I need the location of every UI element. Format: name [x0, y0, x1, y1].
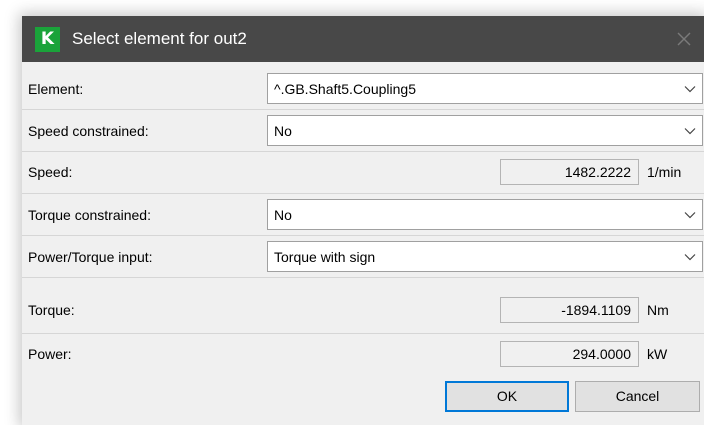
- chevron-down-icon: [684, 212, 696, 219]
- speed-label: Speed:: [28, 164, 73, 180]
- chevron-down-icon: [684, 86, 696, 93]
- app-logo: K: [35, 27, 60, 52]
- speed-constrained-dropdown[interactable]: No: [267, 115, 703, 146]
- divider: [22, 235, 704, 236]
- power-torque-input-dropdown[interactable]: Torque with sign: [267, 241, 703, 272]
- divider: [22, 193, 704, 194]
- torque-label: Torque:: [28, 302, 75, 318]
- window-title: Select element for out2: [72, 29, 247, 48]
- divider: [22, 277, 704, 278]
- power-value: 294.0000: [572, 346, 631, 362]
- torque-constrained-dropdown[interactable]: No: [267, 199, 703, 230]
- close-icon[interactable]: [674, 29, 694, 49]
- select-element-dialog: K Select element for out2 Element: ^.GB.…: [22, 16, 704, 425]
- torque-unit: Nm: [647, 302, 669, 318]
- torque-constrained-value: No: [274, 207, 292, 223]
- divider: [22, 151, 704, 152]
- power-field: 294.0000: [500, 341, 639, 367]
- element-dropdown-value: ^.GB.Shaft5.Coupling5: [274, 81, 416, 97]
- speed-field: 1482.2222: [500, 159, 639, 185]
- speed-unit: 1/min: [647, 164, 682, 180]
- power-label: Power:: [28, 346, 72, 362]
- speed-constrained-label: Speed constrained:: [28, 123, 149, 139]
- chevron-down-icon: [684, 128, 696, 135]
- cancel-button[interactable]: Cancel: [575, 381, 700, 412]
- element-dropdown[interactable]: ^.GB.Shaft5.Coupling5: [267, 73, 703, 104]
- power-torque-input-label: Power/Torque input:: [28, 249, 153, 265]
- title-bar[interactable]: K Select element for out2: [22, 16, 704, 62]
- speed-value: 1482.2222: [564, 164, 631, 180]
- power-unit: kW: [647, 346, 668, 362]
- divider: [22, 109, 704, 110]
- torque-constrained-label: Torque constrained:: [28, 207, 151, 223]
- torque-value: -1894.1109: [561, 302, 631, 318]
- power-torque-input-value: Torque with sign: [274, 249, 376, 265]
- speed-constrained-value: No: [274, 123, 292, 139]
- ok-button[interactable]: OK: [445, 381, 569, 412]
- chevron-down-icon: [684, 254, 696, 261]
- divider: [22, 333, 704, 334]
- torque-field: -1894.1109: [500, 297, 639, 323]
- element-label: Element:: [28, 81, 84, 97]
